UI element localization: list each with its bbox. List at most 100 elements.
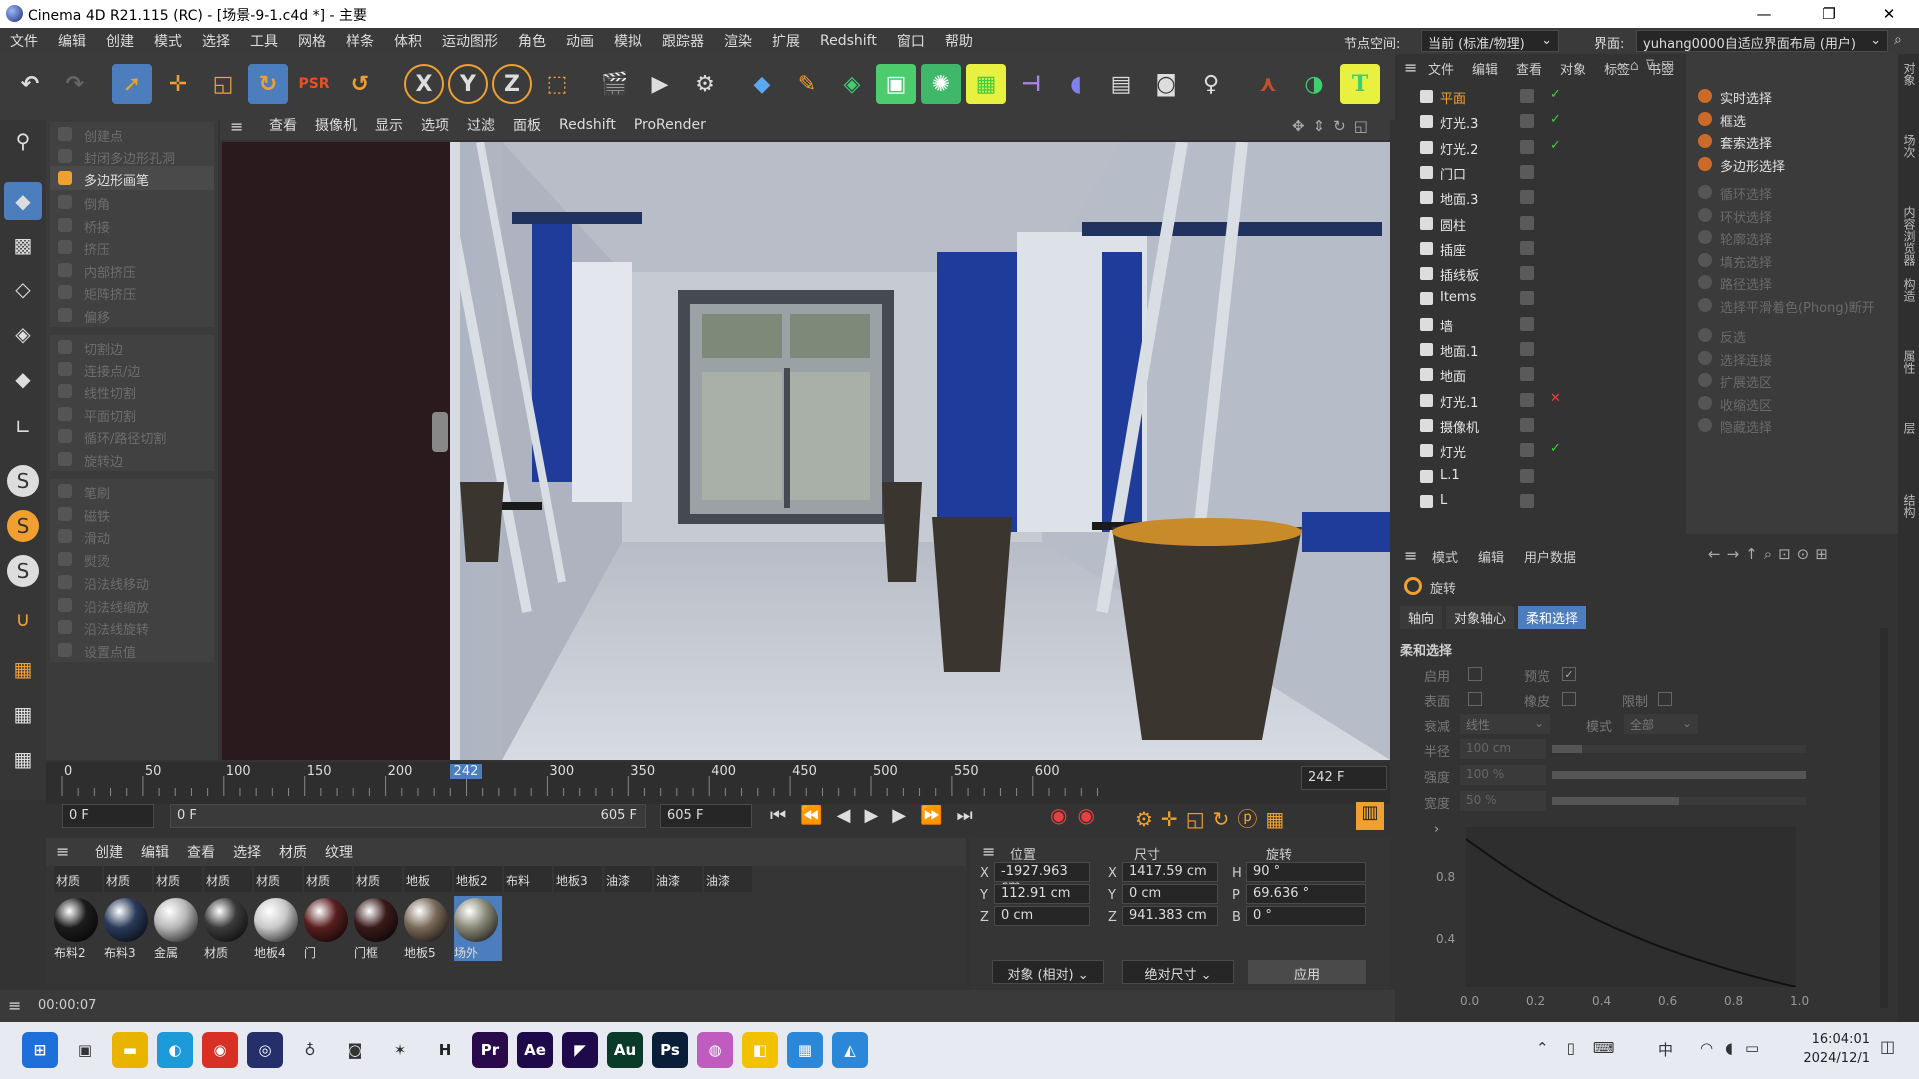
mesh-tool-item[interactable]: 熨烫 [50, 547, 214, 571]
deformer-icon[interactable]: ⊣ [1011, 64, 1051, 104]
live-select-icon[interactable]: ➚ [112, 64, 152, 104]
attribute-tab[interactable]: 对象轴心 [1446, 606, 1515, 629]
mesh-tool-item[interactable]: 设置点值 [50, 638, 214, 662]
selection-tool-item[interactable]: 套索选择 [1690, 129, 1892, 153]
twitch-app-icon[interactable]: ◙ [337, 1032, 373, 1068]
mesh-tool-item[interactable]: 磁铁 [50, 502, 214, 526]
menu-item[interactable]: 渲染 [714, 31, 762, 51]
attribute-scrollbar[interactable] [1880, 628, 1888, 1008]
material-swatch[interactable]: 布料2 [54, 896, 102, 961]
material-swatch[interactable]: 地板2 [454, 866, 502, 892]
attribute-nav-icons[interactable]: ←→↑⌕⊡⊙⊞ [1708, 545, 1834, 563]
clock-time[interactable]: 16:04:01 [1806, 1032, 1870, 1047]
locked-workplane-icon[interactable]: ▦ [4, 740, 42, 778]
right-strip-tab[interactable]: 内容浏览器 [1901, 206, 1918, 266]
material-swatch[interactable]: 金属 [154, 896, 202, 961]
material-swatch[interactable]: 油漆 [704, 866, 752, 892]
mesh-tool-item[interactable]: 连接点/边 [50, 357, 214, 381]
premiere-icon[interactable]: Pr [472, 1032, 508, 1068]
mesh-tool-item[interactable]: 旋转边 [50, 447, 214, 471]
material-swatch[interactable]: 油漆 [654, 866, 702, 892]
material-swatch[interactable]: 地板5 [404, 896, 452, 961]
menu-item[interactable]: 创建 [96, 31, 144, 51]
rotate-icon[interactable]: ↻ [248, 64, 288, 104]
field-icon[interactable]: ◖ [1056, 64, 1096, 104]
ime-indicator[interactable]: 中 [1658, 1039, 1673, 1060]
object-row[interactable]: Items [1410, 286, 1672, 311]
material-swatch[interactable]: 布料 [504, 866, 552, 892]
mesh-tool-item[interactable]: 偏移 [50, 303, 214, 327]
coord-mode-dropdown[interactable]: 对象 (相对) ⌄ [992, 960, 1104, 984]
mesh-tool-item[interactable]: 内部挤压 [50, 258, 214, 282]
width-slider[interactable] [1552, 797, 1806, 805]
object-row[interactable]: L.1 [1410, 464, 1672, 489]
object-row[interactable]: 灯光.2 ✓ [1410, 135, 1672, 160]
close-button[interactable]: ✕ [1866, 0, 1912, 28]
strength-field[interactable]: 100 % [1460, 765, 1546, 785]
selection-tool-item[interactable]: 路径选择 [1690, 270, 1892, 294]
material-swatch[interactable]: 油漆 [604, 866, 652, 892]
edit-toggle-icon[interactable] [1520, 89, 1534, 103]
task-view-icon[interactable]: ▣ [67, 1032, 103, 1068]
render-picture-viewer-icon[interactable]: ▶ [640, 64, 680, 104]
selection-tool-item[interactable]: 隐藏选择 [1690, 413, 1892, 437]
cloner-icon[interactable]: ▦ [966, 64, 1006, 104]
enable-checkbox[interactable] [1468, 667, 1482, 681]
color-app-icon[interactable]: ◍ [697, 1032, 733, 1068]
viewport-menu-item[interactable]: 面板 [504, 115, 550, 135]
timeline-ruler[interactable]: 0 50 100 150 200 242 300 350 400 450 500 550 600 [46, 762, 1390, 804]
menu-item[interactable]: 样条 [336, 31, 384, 51]
edit-toggle-icon[interactable] [1520, 164, 1534, 179]
attribute-tab[interactable]: 柔和选择 [1518, 606, 1587, 629]
viewport-menu-item[interactable]: 摄像机 [306, 115, 366, 135]
viewport-menu-item[interactable]: 过滤 [458, 115, 504, 135]
radius-slider[interactable] [1552, 745, 1806, 753]
recent-tool-icon[interactable]: ↺ [340, 64, 380, 104]
clock-date[interactable]: 2024/12/1 [1796, 1051, 1870, 1066]
mesh-tool-item[interactable]: 笔刷 [50, 479, 214, 503]
object-row[interactable]: 灯光.1 ✕ [1410, 388, 1672, 413]
h-app-icon[interactable]: H [427, 1032, 463, 1068]
menu-item[interactable]: 动画 [556, 31, 604, 51]
object-manager-menu-item[interactable]: 对象 [1560, 59, 1586, 78]
system-tray-icons[interactable]: ⌃▯⌨ [1536, 1039, 1632, 1057]
move-icon[interactable]: ✛ [158, 64, 198, 104]
scale-icon[interactable]: ◱ [203, 64, 243, 104]
object-row[interactable]: 墙 [1410, 312, 1672, 337]
material-swatch[interactable]: 布料3 [104, 896, 152, 961]
mesh-tool-item[interactable]: 矩阵挤压 [50, 280, 214, 304]
runner-app-icon[interactable]: ✶ [382, 1032, 418, 1068]
selection-tool-item[interactable]: 环状选择 [1690, 203, 1892, 227]
grid-icon[interactable]: ▦ [4, 695, 42, 733]
menu-item[interactable]: 体积 [384, 31, 432, 51]
mesh-tool-item[interactable]: 桥接 [50, 213, 214, 237]
material-swatch[interactable]: 材质 [354, 866, 402, 892]
selection-tool-item[interactable]: 多边形选择 [1690, 152, 1892, 176]
object-row[interactable]: 地面.1 [1410, 337, 1672, 362]
falloff-curve[interactable] [1465, 827, 1797, 988]
object-row[interactable]: L [1410, 489, 1672, 514]
mesh-tool-item[interactable]: 线性切割 [50, 379, 214, 403]
camera-icon[interactable]: ◙ [1146, 64, 1186, 104]
viewport-menu-item[interactable]: 选项 [412, 115, 458, 135]
material-swatch[interactable]: 材质 [104, 866, 152, 892]
psr-icon[interactable]: PSR [294, 64, 334, 104]
polygons-mode-icon[interactable]: ◆ [4, 360, 42, 398]
material-menu-item[interactable]: 选择 [224, 842, 270, 862]
enable-check-icon[interactable]: ✓ [1550, 112, 1561, 127]
selection-tool-item[interactable]: 扩展选区 [1690, 368, 1892, 392]
mesh-tool-item[interactable]: 倒角 [50, 190, 214, 214]
menu-item[interactable]: 工具 [240, 31, 288, 51]
object-row[interactable]: 摄像机 [1410, 413, 1672, 438]
hamburger-icon[interactable]: ≡ [1404, 546, 1417, 565]
edit-toggle-icon[interactable] [1520, 291, 1534, 306]
audition-icon[interactable]: Au [607, 1032, 643, 1068]
menu-item[interactable]: 跟踪器 [652, 31, 714, 51]
selection-tool-item[interactable]: 实时选择 [1690, 84, 1892, 108]
pen-icon[interactable]: ✎ [787, 64, 827, 104]
windows-start-icon[interactable]: ⊞ [22, 1032, 58, 1068]
preview-checkbox[interactable]: ✓ [1562, 667, 1576, 681]
material-menu-item[interactable]: 编辑 [132, 842, 178, 862]
menu-item[interactable]: 运动图形 [432, 31, 508, 51]
floor-icon[interactable]: ▤ [1101, 64, 1141, 104]
